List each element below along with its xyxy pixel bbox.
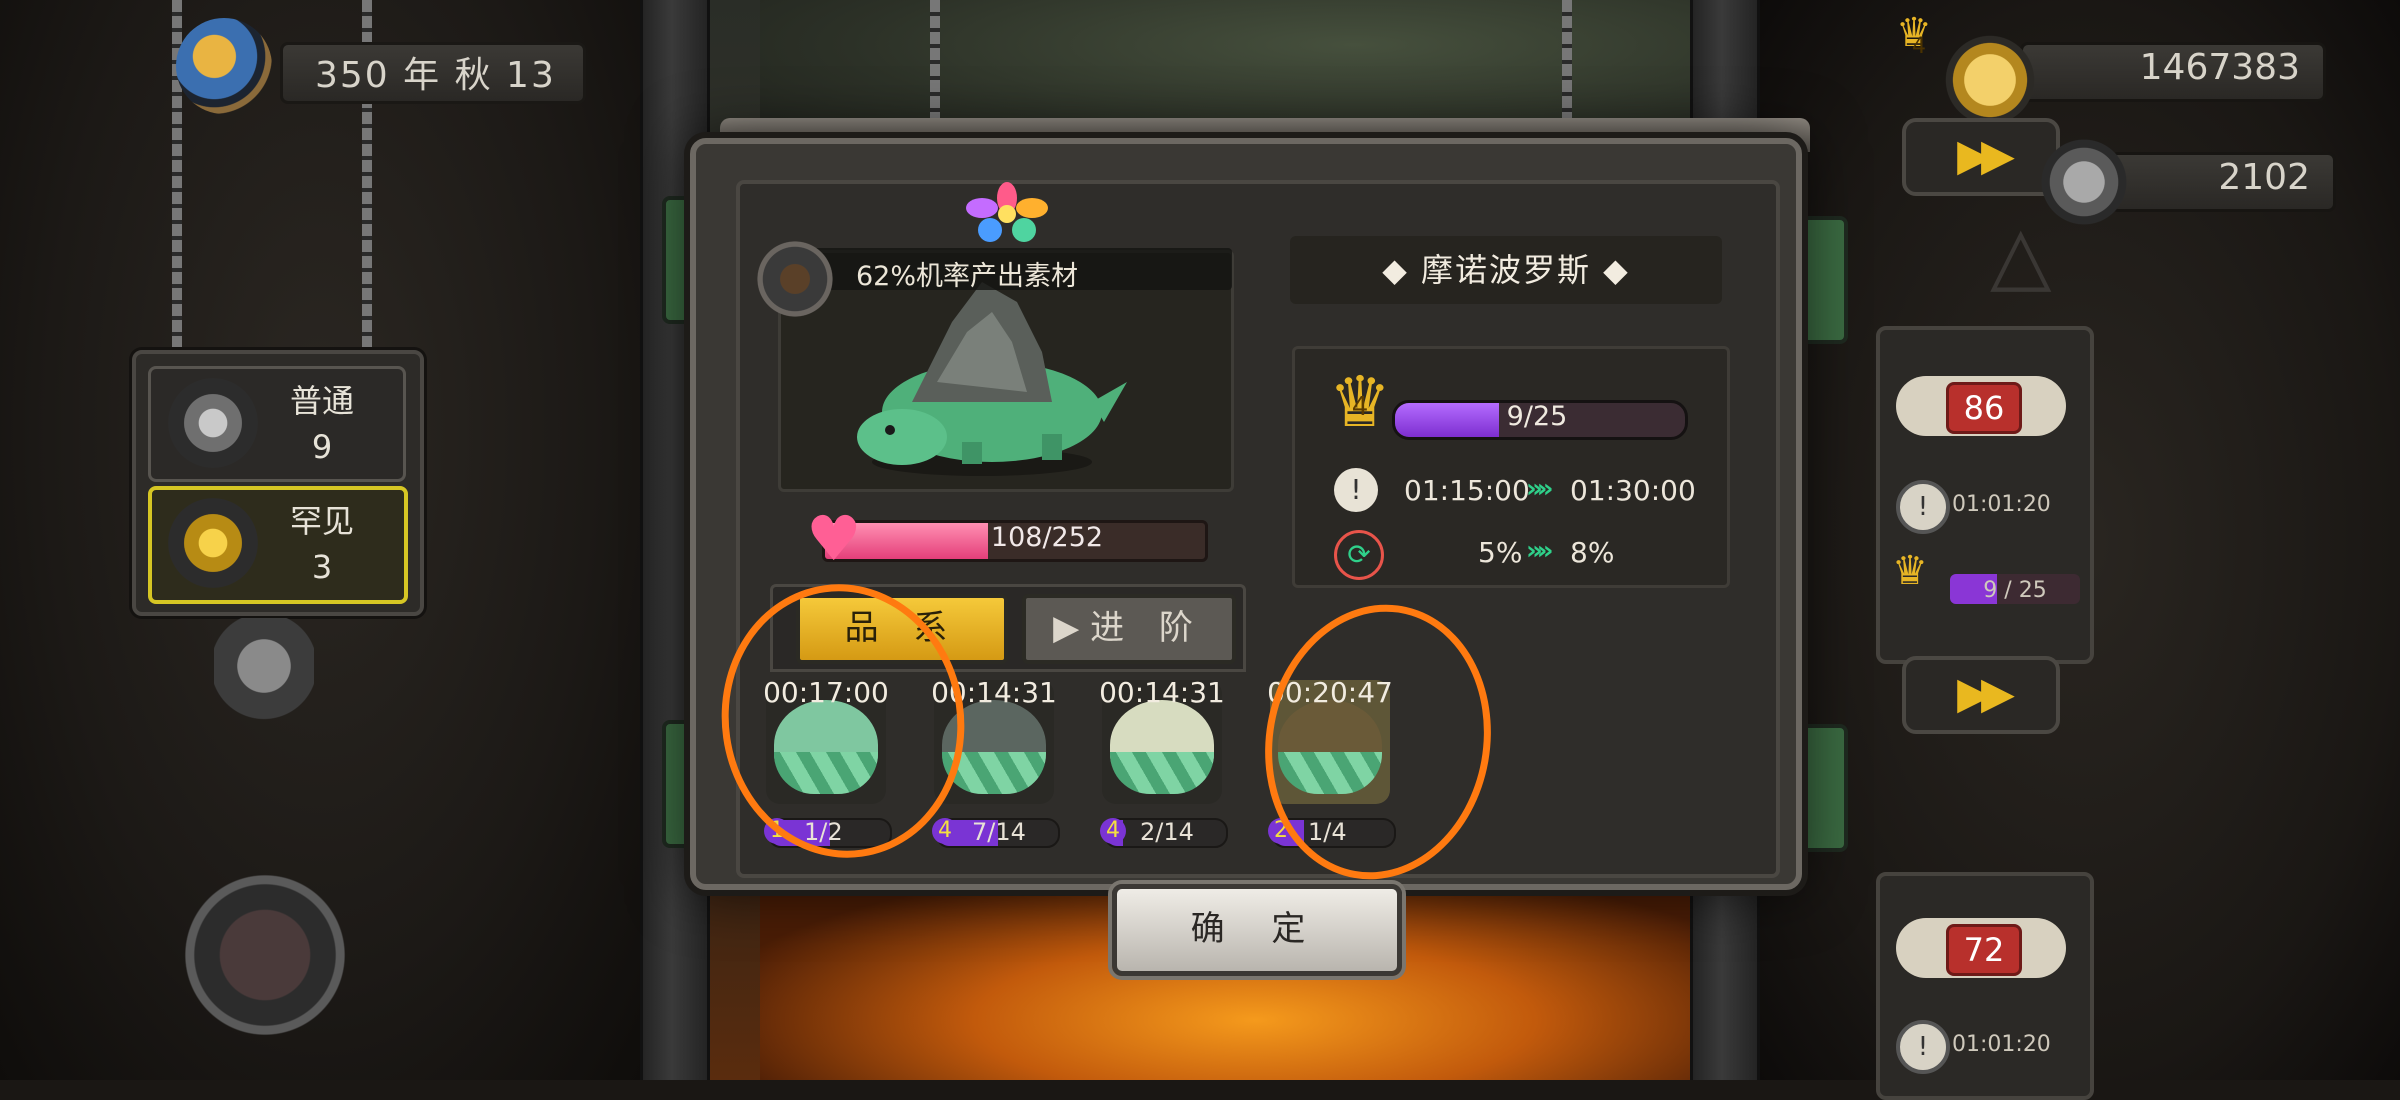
gold-amount: 1467383 bbox=[2139, 47, 2300, 88]
meat-can-icon[interactable] bbox=[214, 618, 314, 738]
rarity-normal-count: 9 bbox=[311, 428, 333, 466]
coin-icon bbox=[1940, 30, 2040, 130]
egg-level: 4 bbox=[1100, 818, 1126, 844]
rarity-rare-count: 3 bbox=[311, 548, 333, 586]
drop-chance-text: 62%机率产出素材 bbox=[856, 261, 1079, 292]
clock-icon: ! bbox=[1896, 480, 1950, 534]
cycle-icon: ⟳ bbox=[1334, 530, 1384, 580]
fast-forward-icon[interactable]: ▶▶ bbox=[1902, 656, 2060, 734]
bone-value: 86 bbox=[1946, 382, 2022, 434]
gray-emblem-icon bbox=[168, 378, 258, 468]
crown-level: 4 bbox=[1351, 392, 1369, 422]
monster-sprite bbox=[857, 282, 1127, 476]
meat-amount: 2102 bbox=[2218, 157, 2310, 198]
clock-icon: ! bbox=[1334, 468, 1378, 512]
play-icon: ▶ bbox=[1053, 608, 1091, 648]
slot-level-text: 9 / 25 bbox=[1983, 578, 2047, 603]
gold-emblem-icon bbox=[168, 498, 258, 588]
affection-text: 108/252 bbox=[990, 522, 1104, 553]
time-to: 01:30:00 bbox=[1570, 474, 1696, 507]
egg-count: 7/14 bbox=[972, 818, 1026, 846]
moon-sun-icon[interactable] bbox=[176, 18, 272, 114]
bone-value: 72 bbox=[1946, 924, 2022, 976]
heart-icon: ♥ bbox=[806, 502, 862, 575]
time-from: 01:15:00 bbox=[1404, 474, 1530, 507]
diamond-icon: ◆ bbox=[1382, 251, 1421, 289]
monster-name-text: 摩诺波罗斯 bbox=[1420, 251, 1591, 289]
rate-to: 8% bbox=[1570, 536, 1615, 569]
house-icon[interactable] bbox=[180, 860, 350, 1050]
level-progress-text: 9/25 bbox=[1506, 401, 1568, 432]
slot-timer: 01:01:20 bbox=[1952, 1032, 2051, 1057]
tab-advance[interactable]: ▶ 进 阶 bbox=[1022, 594, 1236, 664]
confirm-button[interactable]: 确 定 bbox=[1112, 884, 1402, 976]
gold-crown-level: 4 bbox=[1912, 34, 1926, 59]
arrow-right-icon: »» bbox=[1526, 536, 1553, 566]
rarity-normal-label: 普通 bbox=[289, 382, 354, 420]
flower-icon bbox=[966, 182, 1048, 242]
triangle-icon: △ bbox=[1990, 208, 2052, 301]
diamond-icon: ◆ bbox=[1591, 251, 1630, 289]
arrow-right-icon: »» bbox=[1526, 474, 1553, 504]
rate-from: 5% bbox=[1478, 536, 1523, 569]
rarity-rare-label: 罕见 bbox=[289, 502, 354, 540]
egg-count: 2/14 bbox=[1140, 818, 1194, 846]
egg-level: 4 bbox=[932, 818, 958, 844]
slot-timer: 01:01:20 bbox=[1952, 492, 2051, 517]
egg-timer: 00:14:31 bbox=[1099, 676, 1225, 709]
crown-icon: ♛ bbox=[1892, 548, 1928, 594]
date-text: 350 年 秋 13 bbox=[315, 55, 556, 96]
clock-icon: ! bbox=[1896, 1020, 1950, 1074]
sprout-icon bbox=[748, 232, 842, 326]
monster-name: ◆ 摩诺波罗斯 ◆ bbox=[1290, 236, 1722, 304]
tab-advance-label: 进 阶 bbox=[1090, 608, 1205, 648]
